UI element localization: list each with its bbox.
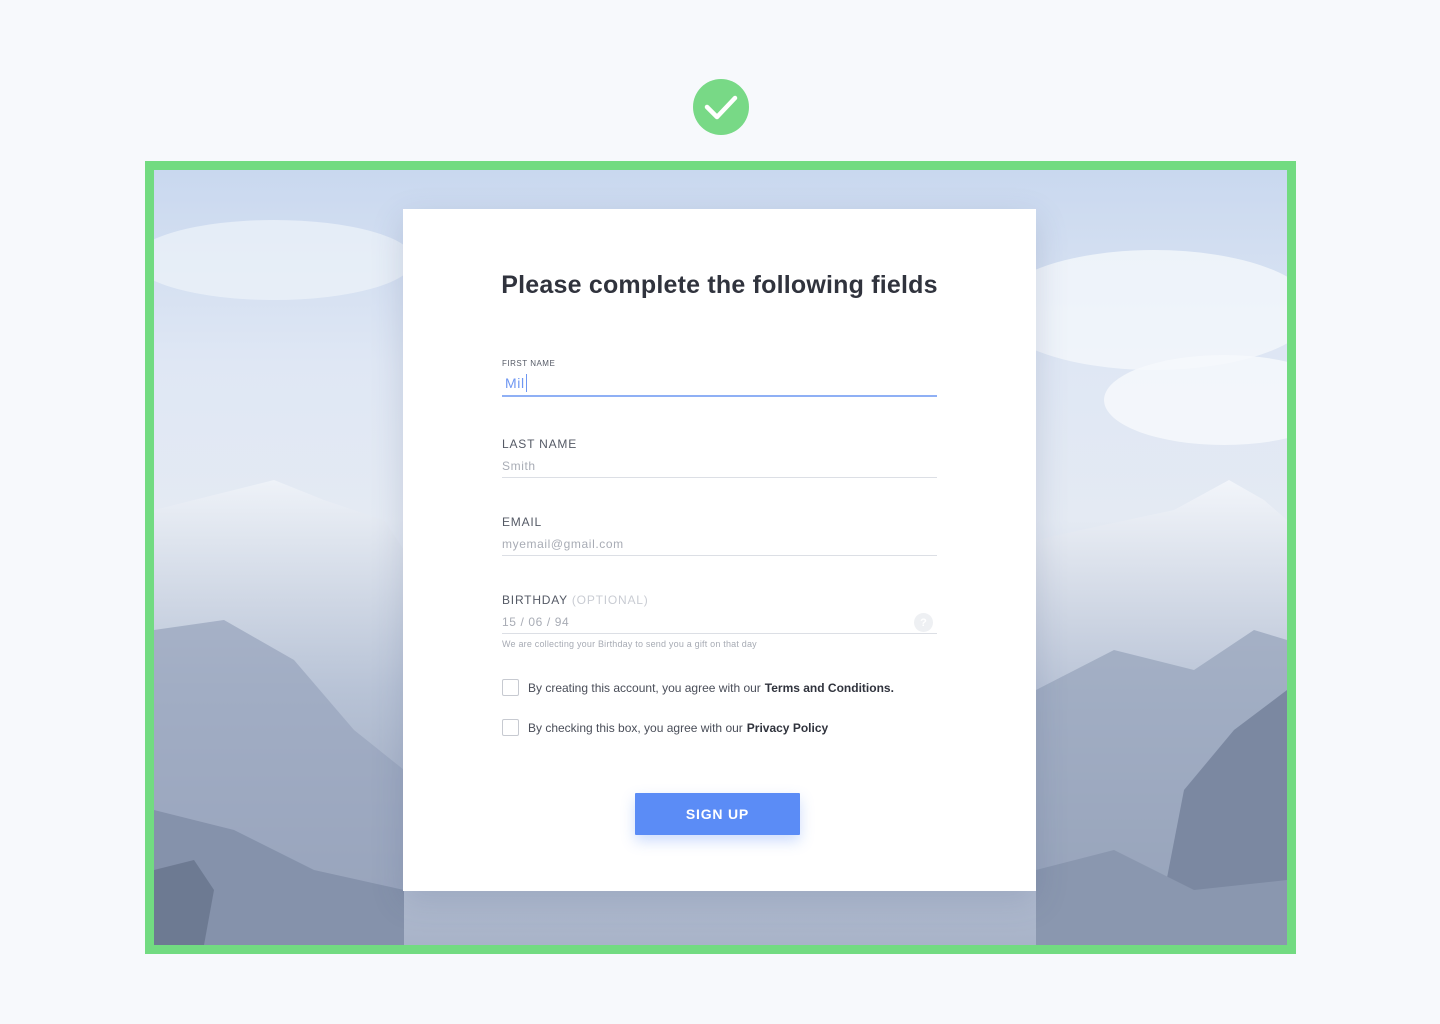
text-caret (526, 374, 527, 392)
birthday-label: BIRTHDAY (OPTIONAL) (502, 593, 937, 607)
birthday-input[interactable] (502, 607, 937, 634)
email-input[interactable] (502, 529, 937, 556)
terms-link[interactable]: Terms and Conditions. (765, 681, 894, 695)
success-check-badge (693, 79, 749, 135)
terms-text: By creating this account, you agree with… (528, 680, 761, 695)
signup-card: Please complete the following fields FIR… (403, 209, 1036, 891)
privacy-checkbox[interactable] (502, 719, 519, 736)
last-name-input[interactable] (502, 451, 937, 478)
terms-row[interactable]: By creating this account, you agree with… (502, 679, 894, 696)
privacy-link[interactable]: Privacy Policy (747, 721, 828, 735)
email-field: EMAIL (502, 515, 937, 556)
privacy-text: By checking this box, you agree with our (528, 720, 743, 735)
birthday-hint: We are collecting your Birthday to send … (502, 639, 757, 649)
first-name-label: FIRST NAME (502, 359, 556, 368)
check-icon (704, 95, 738, 120)
email-label: EMAIL (502, 515, 543, 529)
first-name-input[interactable] (502, 368, 937, 397)
privacy-row[interactable]: By checking this box, you agree with our… (502, 719, 828, 736)
last-name-field: LAST NAME (502, 437, 937, 478)
birthday-field: BIRTHDAY (OPTIONAL) ? We are collecting … (502, 593, 937, 649)
last-name-label: LAST NAME (502, 437, 577, 451)
preview-frame: Please complete the following fields FIR… (145, 161, 1296, 954)
birthday-label-text: BIRTHDAY (502, 593, 568, 607)
form-title: Please complete the following fields (501, 271, 938, 299)
optional-tag: (OPTIONAL) (571, 593, 649, 607)
sign-up-button[interactable]: SIGN UP (635, 793, 800, 835)
first-name-field: FIRST NAME (502, 359, 937, 397)
terms-checkbox[interactable] (502, 679, 519, 696)
question-icon[interactable]: ? (914, 613, 933, 632)
